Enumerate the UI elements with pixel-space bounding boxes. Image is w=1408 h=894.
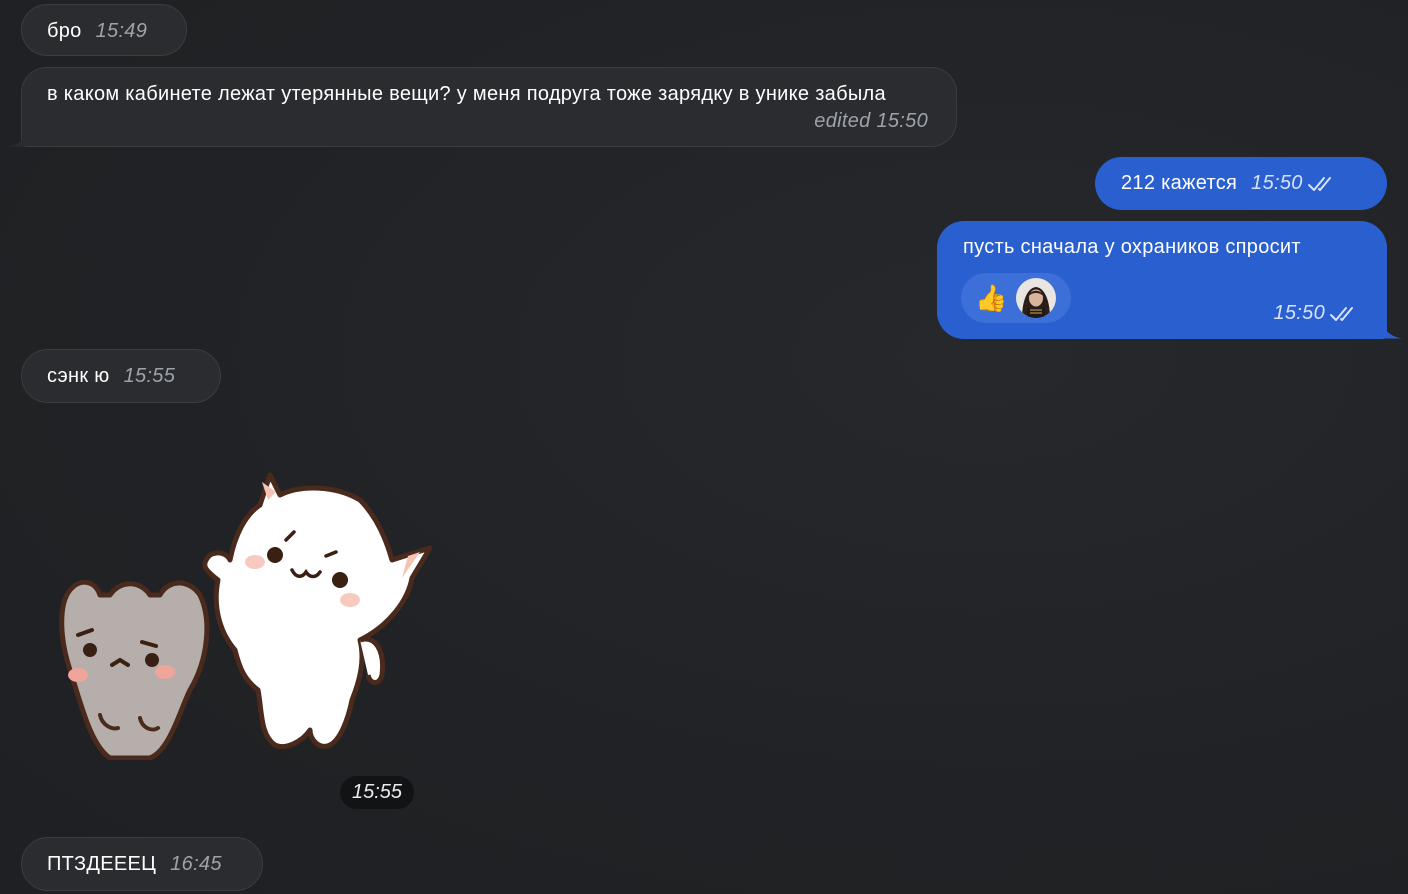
message-text: 212 кажется — [1121, 172, 1238, 194]
message-bubble-outgoing[interactable]: пусть сначала у охраников спросит 👍 15:5… — [937, 221, 1402, 339]
message-time: 15:55 — [123, 365, 176, 387]
grey-cat-icon — [59, 579, 210, 760]
thumbs-up-reaction-icon: 👍 — [975, 283, 1008, 313]
message-bubble-incoming[interactable]: бро 15:49 — [21, 4, 187, 56]
message-bubble-incoming[interactable]: сэнк ю 15:55 — [21, 349, 221, 403]
message-text: сэнк ю — [47, 365, 110, 387]
message-edited-time: edited 15:50 — [814, 110, 928, 132]
bubble-tail-icon — [1382, 323, 1402, 339]
read-double-check-icon — [1330, 306, 1353, 321]
bubble-tail-icon — [8, 131, 28, 147]
message-text: бро — [47, 20, 82, 42]
message-bubble-incoming[interactable]: ПТЗДЕЕЕЦ 16:45 — [21, 837, 263, 891]
message-bubble-incoming[interactable]: в каком кабинете лежат утерянные вещи? у… — [8, 67, 957, 147]
message-time: 15:49 — [95, 20, 148, 42]
message-text: пусть сначала у охраников спросит — [963, 236, 1301, 258]
message-text: в каком кабинете лежат утерянные вещи? у… — [47, 83, 886, 105]
message-time: 16:45 — [170, 853, 222, 875]
chat-history[interactable]: бро 15:49 в каком кабинете лежат утерянны… — [0, 0, 1408, 894]
reaction-pill[interactable]: 👍 — [961, 273, 1071, 323]
reactor-avatar[interactable] — [1015, 278, 1056, 318]
sticker-time-badge: 15:55 — [340, 776, 415, 809]
message-time: 15:50 — [1273, 302, 1325, 324]
read-double-check-icon — [1307, 176, 1331, 191]
two-cats-sticker[interactable] — [40, 460, 440, 760]
message-text: ПТЗДЕЕЕЦ — [47, 853, 157, 875]
white-cat-icon — [202, 472, 433, 749]
message-bubble-outgoing[interactable]: 212 кажется 15:50 — [1095, 157, 1387, 210]
message-time: 15:50 — [1251, 172, 1303, 194]
